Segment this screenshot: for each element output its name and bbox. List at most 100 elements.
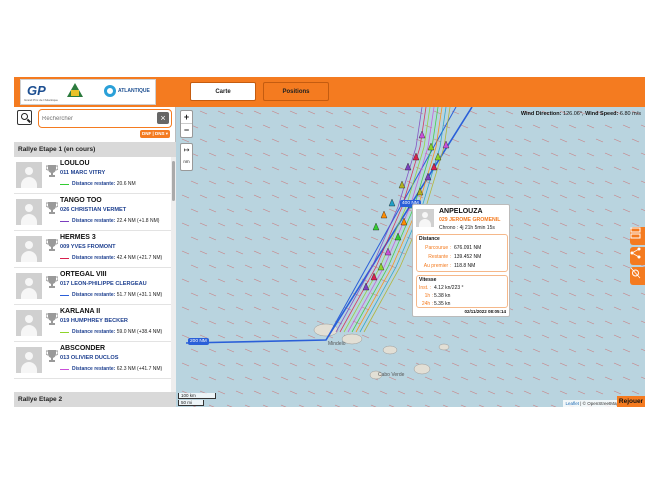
wind-arrow (397, 110, 406, 115)
ranking-list-item[interactable]: HERMES 3 009 YVES FROMONT Distance restant… (14, 231, 171, 268)
network-tool-button[interactable] (630, 267, 645, 285)
replay-button[interactable]: Rejouer (617, 396, 645, 407)
wind-arrow (532, 180, 541, 185)
wind-arrow (181, 194, 190, 199)
wind-arrow (370, 320, 379, 325)
dnf-dns-filter[interactable]: DNF | DNS ▾ (140, 130, 171, 138)
wind-arrow (613, 334, 622, 339)
trophy-icon (46, 313, 58, 325)
wind-arrow (370, 152, 379, 157)
boat-avatar (16, 236, 42, 262)
leaflet-link[interactable]: Leaflet (565, 401, 579, 406)
ranking-list-item[interactable]: KARLANA II 019 HUMPHREY BECKER Distance re… (14, 305, 171, 342)
wind-arrow (271, 138, 280, 143)
wind-speed-value: 6.80 m/s (619, 111, 641, 117)
section-header-etape-2[interactable]: Rallye Etape 2 (14, 392, 176, 407)
wind-arrow (559, 138, 568, 143)
ranking-list-item[interactable]: ABSCONDER 013 OLIVIER DUCLOS Distance rest… (14, 342, 171, 379)
wind-arrow (325, 306, 334, 311)
wind-arrow (226, 320, 235, 325)
attribution-osm[interactable]: | © OpenStreetMap (580, 401, 619, 406)
wind-arrow (532, 292, 541, 297)
wind-arrow (217, 138, 226, 143)
wind-arrow (352, 264, 361, 269)
ranking-list-item[interactable]: ORTEGAL VIII 017 LEON-PHILIPPE CLERGEAU Di… (14, 268, 171, 305)
search-button[interactable] (17, 110, 32, 125)
scale-bar-km: 100 km (178, 393, 216, 399)
layers-tool-button[interactable] (630, 227, 645, 245)
land-label-mindelo: Mindelo (328, 341, 346, 347)
wind-arrow (271, 250, 280, 255)
popup-row-parcourue: Parcourue : 676.091 NM (417, 245, 509, 252)
wind-arrow (280, 236, 289, 241)
wind-arrow (469, 194, 478, 199)
wind-arrow (496, 404, 503, 407)
wind-arrow (280, 376, 289, 381)
wind-direction-label: Wind Direction: (520, 111, 562, 117)
boat-skipper: 013 OLIVIER DUCLOS (60, 355, 119, 361)
boat-name: TANGO TOO (60, 197, 102, 204)
zoom-in-button[interactable]: + (181, 111, 192, 124)
wind-arrow (262, 180, 271, 185)
wind-arrow (469, 390, 478, 395)
wind-arrow (577, 250, 586, 255)
wind-arrow (244, 264, 253, 269)
ranking-scrollbar-thumb[interactable] (172, 161, 175, 201)
wind-arrow (208, 376, 217, 381)
avatar-head-icon (25, 278, 33, 286)
wind-arrow (577, 390, 586, 395)
wind-arrow (487, 390, 496, 395)
clear-search-icon[interactable]: × (157, 112, 169, 124)
wind-arrow (181, 138, 190, 143)
wind-arrow (586, 236, 595, 241)
race-map[interactable]: + − ↦ nm Wind Direction: 126.06°, Wind S… (176, 107, 645, 407)
wind-arrow (622, 236, 631, 241)
wind-arrow (199, 138, 208, 143)
wind-arrow (307, 306, 316, 311)
wind-arrow (514, 264, 523, 269)
wind-arrow (568, 236, 577, 241)
wind-arrow (424, 404, 431, 407)
wind-arrow (388, 208, 397, 213)
wind-arrow (208, 152, 217, 157)
tab-carte[interactable]: Carte (190, 82, 256, 101)
boat-name: LOULOU (60, 160, 90, 167)
wind-arrow (370, 348, 379, 353)
zoom-out-button[interactable]: − (181, 124, 192, 137)
wind-arrow (334, 124, 343, 129)
ranking-list-item[interactable]: LOULOU 011 MARC VITRY Distance restante: 2… (14, 157, 171, 194)
wind-arrow (244, 292, 253, 297)
ranking-sidebar: × DNF | DNS ▾ Rallye Etape 1 (en cours) … (14, 107, 176, 407)
wind-arrow (379, 166, 388, 171)
share-tool-button[interactable] (630, 247, 645, 265)
organizer-logo[interactable]: GP Grand Prix de l'Atlantique ATLANTIQUE (20, 79, 156, 105)
wind-arrow (370, 180, 379, 185)
wind-arrow (550, 264, 559, 269)
search-input[interactable] (42, 112, 152, 125)
wind-arrow (271, 222, 280, 227)
wind-arrow (532, 124, 541, 129)
popup-distance-title: Distance (419, 236, 440, 242)
avatar-body-icon (21, 362, 37, 373)
wind-arrow (541, 362, 550, 367)
wind-arrow (514, 404, 521, 407)
distance-label: Distance restante: (72, 255, 116, 261)
wind-arrow (478, 376, 487, 381)
wind-arrow (253, 166, 262, 171)
section-header-etape-1[interactable]: Rallye Etape 1 (en cours) (14, 142, 176, 157)
search-box: × (38, 109, 172, 128)
ranking-list-item[interactable]: TANGO TOO 026 CHRISTIAN VERMET Distance re… (14, 194, 171, 231)
wind-arrow (235, 250, 244, 255)
boat-skipper: 009 YVES FROMONT (60, 244, 116, 250)
boat-distance: Distance restante: 22.4 NM (+1.8 NM) (60, 218, 159, 224)
wind-readout: Wind Direction: 126.06°, Wind Speed: 6.8… (520, 111, 641, 117)
measure-tool-button[interactable]: ↦ nm (180, 143, 193, 171)
wind-arrow (568, 208, 577, 213)
wind-arrow (235, 194, 244, 199)
wind-arrow (631, 222, 640, 227)
wind-arrow (226, 180, 235, 185)
wind-arrow (190, 208, 199, 213)
wind-arrow (235, 362, 244, 367)
boat-info-popup[interactable]: ANPELOUZA 029 JEROME GROMENIL Chrono : 4… (412, 204, 510, 317)
tab-positions[interactable]: Positions (263, 82, 329, 101)
